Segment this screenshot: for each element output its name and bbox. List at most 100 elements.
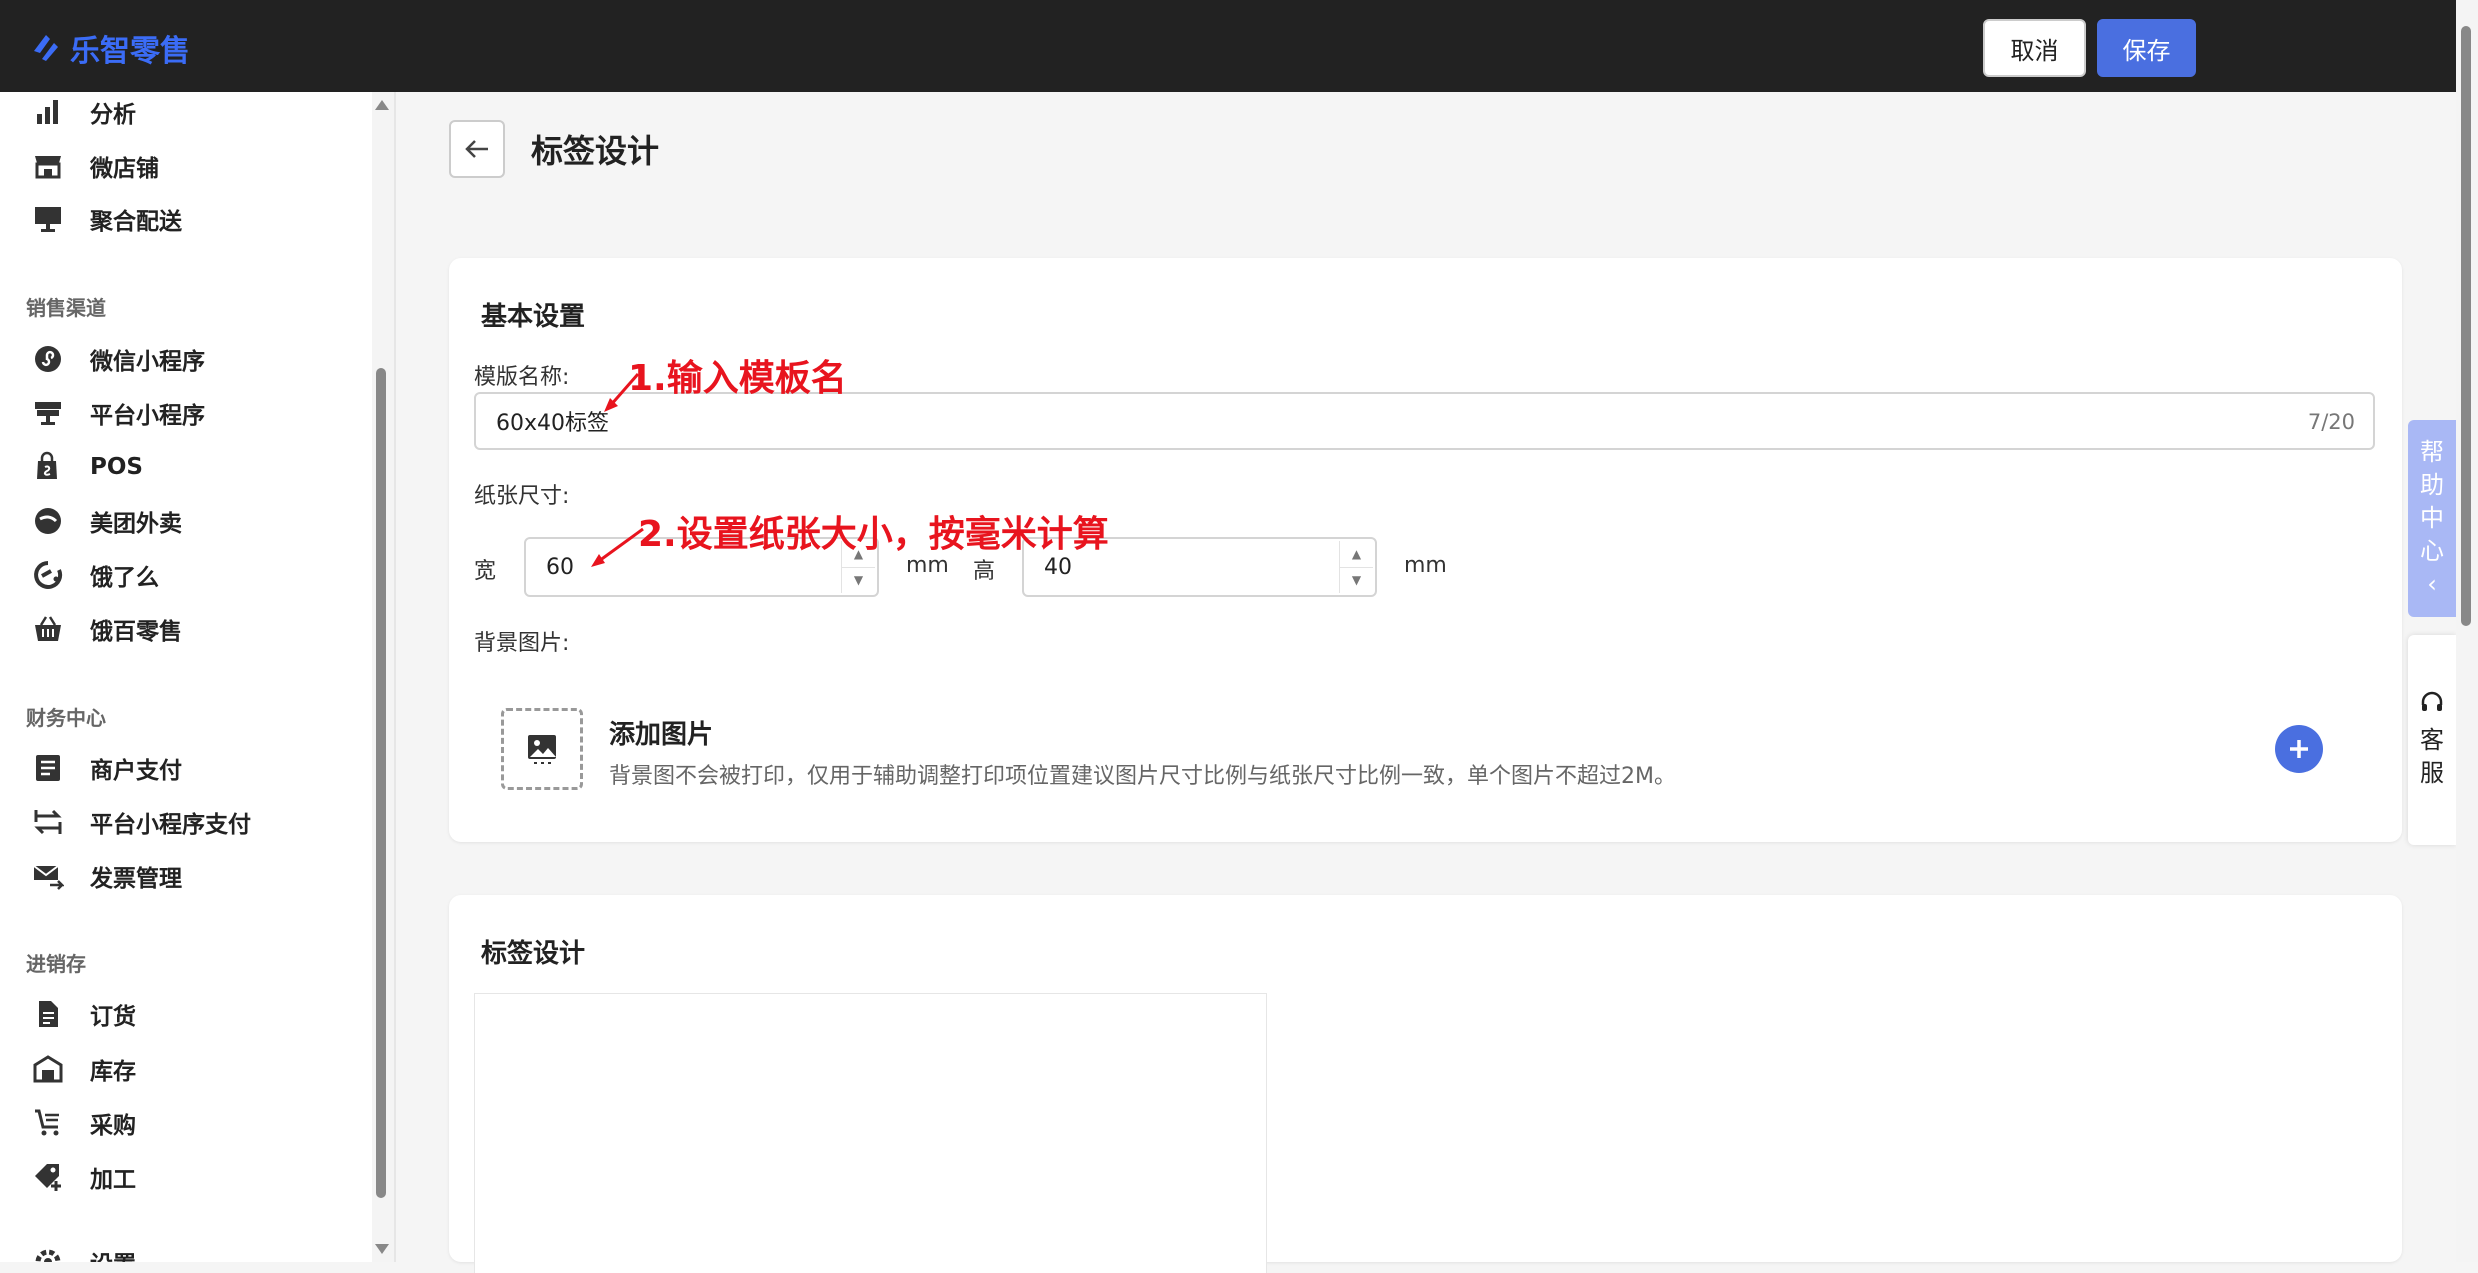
sidebar-item-label: 饿百零售 — [90, 619, 182, 645]
sidebar-item-label: 平台小程序支付 — [90, 812, 251, 838]
template-name-label: 模版名称: — [474, 365, 570, 390]
gear-icon — [30, 1244, 66, 1262]
sidebar-item-label: 微信小程序 — [90, 349, 205, 375]
eleme-icon — [30, 557, 66, 593]
sidebar-item-merchant-pay[interactable]: 商户支付 — [30, 748, 182, 788]
sidebar-item-ebai[interactable]: 饿百零售 — [30, 609, 182, 649]
service-char: 服 — [2420, 759, 2444, 787]
height-stepper[interactable]: ▲ ▼ — [1339, 541, 1373, 593]
basket-icon — [30, 611, 66, 647]
cart-list-icon — [30, 1105, 66, 1141]
template-name-value: 60x40标签 — [496, 411, 610, 436]
label-design-title: 标签设计 — [481, 939, 586, 969]
bar-chart-icon — [30, 94, 66, 130]
chevron-left-icon: ‹ — [2427, 570, 2437, 598]
sidebar-item-platform-miniprogram[interactable]: 平台小程序 — [30, 393, 205, 433]
sidebar-item-label: 聚合配送 — [90, 209, 182, 235]
sidebar-item-delivery[interactable]: 聚合配送 — [30, 199, 182, 239]
sidebar: 分析 微店铺 聚合配送 销售渠道 微信小程序 平台小程序 POS 美团外卖 饿了… — [0, 92, 372, 1262]
image-icon — [528, 735, 556, 764]
sidebar-item-label: 微店铺 — [90, 156, 159, 182]
plus-icon — [2290, 740, 2308, 758]
decrement-icon[interactable]: ▼ — [1339, 567, 1373, 593]
sidebar-item-eleme[interactable]: 饿了么 — [30, 555, 159, 595]
group-title-finance: 财务中心 — [26, 706, 106, 730]
increment-icon[interactable]: ▲ — [1339, 541, 1373, 568]
annotation-arrow-1-icon — [604, 373, 640, 412]
list-card-icon — [30, 750, 66, 786]
sidebar-item-label: 美团外卖 — [90, 511, 182, 537]
help-center-tab[interactable]: 帮 助 中 心 ‹ — [2408, 420, 2456, 617]
height-label: 高 — [973, 559, 996, 584]
sidebar-item-analytics[interactable]: 分析 — [30, 92, 136, 132]
decrement-icon[interactable]: ▼ — [841, 567, 875, 593]
service-char: 客 — [2420, 726, 2444, 754]
warehouse-icon — [30, 1051, 66, 1087]
cancel-button[interactable]: 取消 — [1983, 19, 2086, 77]
main-scrollbar[interactable] — [2456, 0, 2478, 1262]
customer-service-tab[interactable]: 客 服 — [2408, 635, 2456, 845]
top-bar: 乐智零售 取消 保存 — [0, 0, 2478, 92]
meituan-icon — [30, 503, 66, 539]
label-design-card: 标签设计 — [449, 895, 2402, 1273]
arrow-left-icon — [465, 140, 488, 158]
miniprogram-icon — [30, 341, 66, 377]
sidebar-item-label: 分析 — [90, 102, 136, 128]
bg-image-label: 背景图片: — [474, 631, 570, 656]
help-char: 帮 — [2420, 438, 2444, 466]
page-header: 标签设计 — [449, 120, 659, 178]
sidebar-item-invoice[interactable]: 发票管理 — [30, 856, 182, 896]
logo-icon — [34, 35, 58, 61]
help-char: 中 — [2420, 504, 2444, 532]
main-scrollbar-thumb[interactable] — [2461, 26, 2471, 626]
sidebar-item-label: 设置 — [90, 1245, 136, 1262]
sidebar-scrollbar[interactable] — [372, 92, 394, 1262]
sidebar-item-meituan[interactable]: 美团外卖 — [30, 501, 182, 541]
sidebar-item-stock[interactable]: 库存 — [30, 1049, 136, 1089]
height-unit: mm — [1404, 553, 1447, 578]
image-upload-box[interactable] — [501, 708, 583, 790]
sidebar-item-label: 饿了么 — [90, 565, 159, 591]
add-image-description: 背景图不会被打印，仅用于辅助调整打印项位置建议图片尺寸比例与纸张尺寸比例一致，单… — [609, 764, 1676, 789]
group-title-sales: 销售渠道 — [26, 296, 106, 320]
sidebar-item-ordering[interactable]: 订货 — [30, 994, 136, 1034]
brand-name: 乐智零售 — [70, 34, 190, 69]
sidebar-item-label: POS — [90, 454, 143, 480]
headset-icon — [2421, 691, 2443, 711]
width-label: 宽 — [474, 559, 497, 584]
sidebar-item-processing[interactable]: 加工 — [30, 1157, 136, 1197]
width-value: 60 — [546, 554, 574, 580]
page-title: 标签设计 — [531, 132, 660, 170]
add-image-button[interactable] — [2275, 725, 2323, 773]
basic-settings-title: 基本设置 — [481, 302, 586, 332]
sidebar-item-label: 订货 — [90, 1004, 136, 1030]
sidebar-scrollbar-thumb[interactable] — [376, 368, 386, 1198]
transfer-icon — [30, 804, 66, 840]
sidebar-item-platform-pay[interactable]: 平台小程序支付 — [30, 802, 251, 842]
char-counter: 7/20 — [2307, 410, 2355, 434]
mail-send-icon — [30, 858, 66, 894]
annotation-arrow-2-icon — [591, 527, 644, 567]
sidebar-item-settings[interactable]: 设置 — [30, 1242, 136, 1262]
sidebar-item-pos[interactable]: POS — [30, 447, 143, 487]
sidebar-item-microstore[interactable]: 微店铺 — [30, 146, 159, 186]
sidebar-divider — [394, 92, 396, 1262]
back-button[interactable] — [449, 120, 505, 178]
save-button[interactable]: 保存 — [2097, 19, 2196, 77]
sidebar-item-purchase[interactable]: 采购 — [30, 1103, 136, 1143]
sidebar-item-label: 库存 — [90, 1059, 136, 1085]
monitor-icon — [30, 201, 66, 237]
add-image-title: 添加图片 — [609, 720, 714, 750]
document-icon — [30, 996, 66, 1032]
label-canvas[interactable] — [474, 993, 1267, 1273]
scroll-down-arrow-icon[interactable] — [375, 1244, 389, 1254]
sidebar-item-label: 商户支付 — [90, 758, 182, 784]
storefront-icon — [30, 148, 66, 184]
sidebar-item-wechat-miniprogram[interactable]: 微信小程序 — [30, 339, 205, 379]
sidebar-item-label: 发票管理 — [90, 866, 182, 892]
scroll-up-arrow-icon[interactable] — [375, 100, 389, 110]
height-value: 40 — [1044, 554, 1072, 580]
brand-logo[interactable]: 乐智零售 — [28, 26, 190, 70]
help-char: 助 — [2420, 471, 2444, 499]
sidebar-item-label: 平台小程序 — [90, 403, 205, 429]
